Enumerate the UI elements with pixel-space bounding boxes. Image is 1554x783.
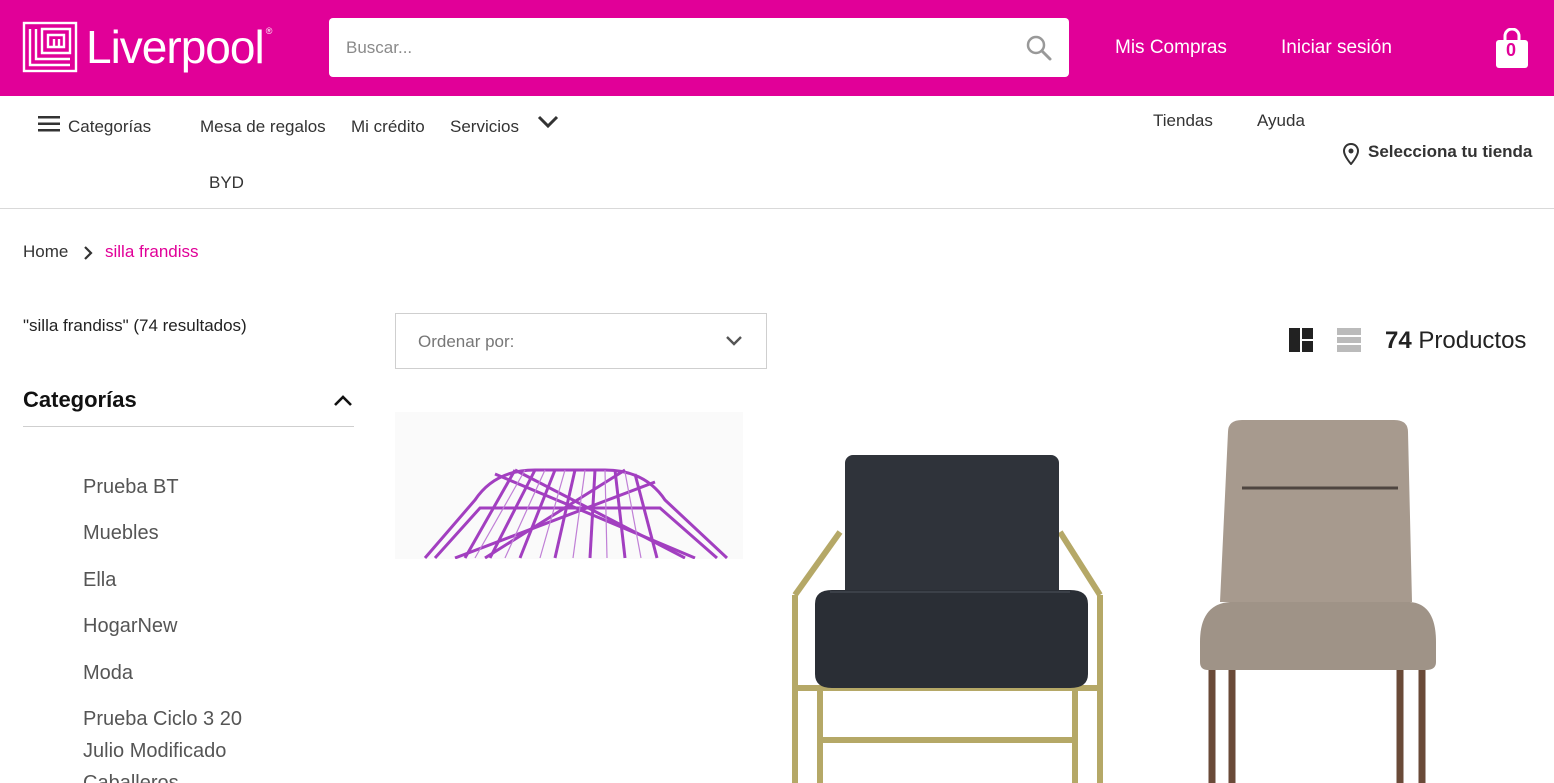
product-card[interactable] bbox=[1160, 412, 1512, 783]
iniciar-sesion-link[interactable]: Iniciar sesión bbox=[1281, 37, 1392, 59]
product-card[interactable] bbox=[395, 412, 743, 559]
nav-mi-credito[interactable]: Mi crédito bbox=[351, 117, 425, 137]
nav-byd[interactable]: BYD bbox=[209, 173, 244, 193]
purple-wire-chair-image bbox=[423, 468, 729, 559]
grid-view-icon[interactable] bbox=[1289, 328, 1313, 352]
nav-mesa-de-regalos[interactable]: Mesa de regalos bbox=[200, 117, 326, 137]
bag-count-badge: 0 bbox=[1505, 40, 1516, 60]
category-item[interactable]: Prueba Ciclo 3 20 bbox=[83, 703, 242, 735]
sort-label: Ordenar por: bbox=[418, 332, 515, 351]
sort-chevron-down-icon bbox=[726, 336, 742, 346]
category-item[interactable]: Prueba BT bbox=[83, 471, 179, 503]
dark-armchair-image bbox=[792, 455, 1103, 783]
categories-divider bbox=[23, 426, 354, 427]
product-count-number: 74 bbox=[1385, 327, 1412, 354]
registered-mark: ® bbox=[265, 26, 273, 36]
breadcrumb-chevron-right-icon bbox=[84, 246, 93, 260]
category-item[interactable]: Caballeros bbox=[83, 767, 179, 783]
brand-name: Liverpool bbox=[86, 21, 265, 73]
beige-rocking-chair-image bbox=[1200, 420, 1436, 783]
breadcrumb-home[interactable]: Home bbox=[23, 242, 68, 262]
categories-chevron-up-icon[interactable] bbox=[332, 392, 354, 408]
search-results-summary: "silla frandiss" (74 resultados) bbox=[23, 316, 247, 335]
list-view-icon[interactable] bbox=[1337, 328, 1361, 352]
search-box bbox=[329, 18, 1069, 77]
liverpool-logo[interactable]: Liverpool ® bbox=[22, 17, 272, 77]
product-count: 74 Productos bbox=[1385, 327, 1526, 355]
category-item[interactable]: HogarNew bbox=[83, 610, 177, 642]
category-item[interactable]: Julio Modificado bbox=[83, 735, 226, 767]
product-count-label: Productos bbox=[1418, 327, 1527, 354]
select-store-link[interactable]: Selecciona tu tienda bbox=[1368, 142, 1532, 162]
category-item[interactable]: Muebles bbox=[83, 517, 159, 549]
nav-servicios[interactable]: Servicios bbox=[450, 117, 519, 137]
categories-heading: Categorías bbox=[23, 387, 137, 412]
nav-categorias[interactable]: Categorías bbox=[68, 117, 151, 137]
liverpool-logo-icon bbox=[22, 21, 78, 73]
category-item[interactable]: Moda bbox=[83, 657, 133, 689]
nav-tiendas[interactable]: Tiendas bbox=[1153, 111, 1213, 131]
search-input[interactable] bbox=[346, 18, 1006, 77]
product-card[interactable] bbox=[770, 412, 1122, 783]
category-item[interactable]: Ella bbox=[83, 564, 116, 596]
location-pin-icon bbox=[1343, 143, 1359, 165]
servicios-chevron-down-icon[interactable] bbox=[537, 115, 559, 129]
nav-ayuda[interactable]: Ayuda bbox=[1257, 111, 1305, 131]
hamburger-menu-icon[interactable] bbox=[38, 116, 60, 132]
mis-compras-link[interactable]: Mis Compras bbox=[1115, 37, 1227, 59]
search-icon[interactable] bbox=[1025, 34, 1053, 62]
sort-dropdown[interactable]: Ordenar por: bbox=[395, 313, 767, 369]
shopping-bag-button[interactable]: 0 bbox=[1494, 27, 1530, 70]
top-header: Liverpool ® Mis Compras Iniciar sesión 0 bbox=[0, 0, 1554, 96]
main-nav: Categorías Mesa de regalos Mi crédito Se… bbox=[0, 96, 1554, 209]
breadcrumb-current: silla frandiss bbox=[105, 242, 199, 261]
